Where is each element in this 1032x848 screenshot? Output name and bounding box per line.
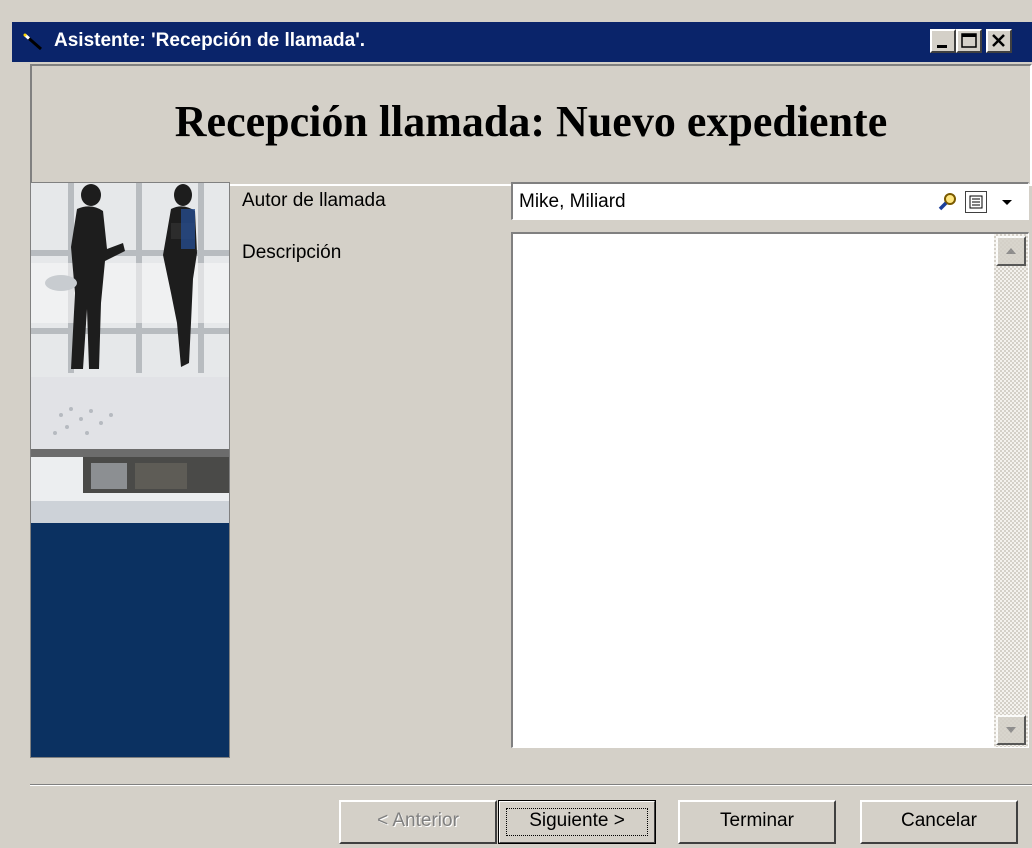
maximize-button[interactable]	[956, 29, 982, 53]
title-bar[interactable]: Asistente: 'Recepción de llamada'.	[12, 22, 1032, 62]
arrow-down-icon	[1006, 727, 1016, 733]
vertical-scrollbar[interactable]	[994, 234, 1028, 747]
next-button[interactable]: Siguiente >	[498, 800, 656, 844]
list-icon[interactable]	[965, 191, 987, 213]
minimize-icon	[937, 45, 947, 48]
previous-button[interactable]: < Anterior	[339, 800, 497, 844]
description-textarea[interactable]	[511, 232, 1029, 748]
close-button[interactable]	[986, 29, 1012, 53]
description-label: Descripción	[242, 242, 342, 263]
chevron-down-icon[interactable]	[997, 191, 1017, 213]
close-icon	[992, 34, 1005, 47]
minimize-button[interactable]	[930, 29, 956, 53]
magnifier-icon[interactable]	[937, 191, 959, 213]
footer-separator	[30, 784, 1032, 786]
finish-button[interactable]: Terminar	[678, 800, 836, 844]
wizard-window: Asistente: 'Recepción de llamada'. Recep…	[12, 14, 1032, 848]
page-title: Recepción llamada: Nuevo expediente	[174, 97, 888, 146]
arrow-up-icon	[1006, 248, 1016, 254]
window-title: Asistente: 'Recepción de llamada'.	[54, 30, 366, 51]
maximize-icon	[961, 33, 977, 48]
scroll-down-button[interactable]	[996, 715, 1026, 745]
author-value[interactable]: Mike, Miliard	[519, 191, 626, 213]
focus-rectangle	[506, 808, 648, 836]
author-label: Autor de llamada	[242, 190, 386, 211]
scroll-up-button[interactable]	[996, 236, 1026, 266]
header-panel: Recepción llamada: Nuevo expediente	[30, 64, 1032, 186]
wand-icon	[22, 32, 44, 52]
author-field[interactable]: Mike, Miliard	[511, 182, 1029, 220]
cancel-button[interactable]: Cancelar	[860, 800, 1018, 844]
sidebar-photo	[30, 182, 230, 758]
